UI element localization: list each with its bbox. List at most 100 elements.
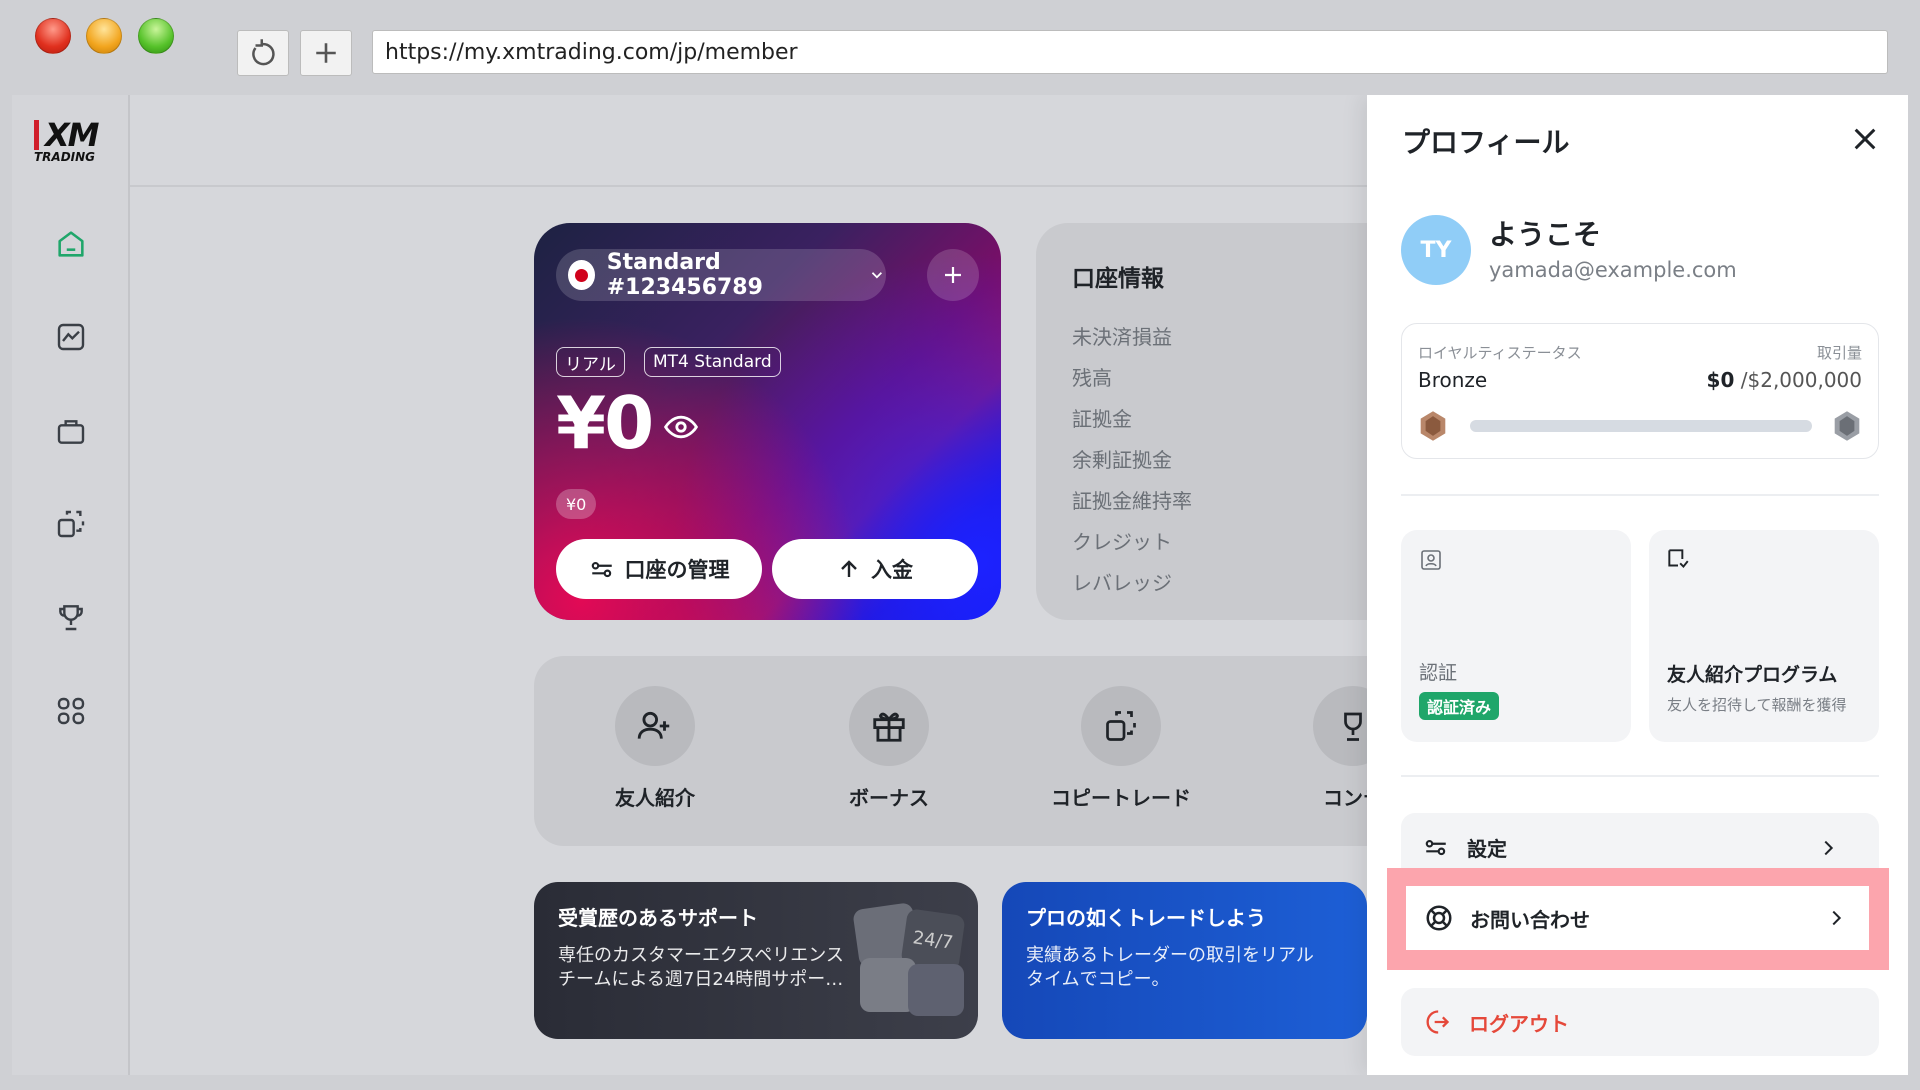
loyalty-label: ロイヤルティステータス <box>1418 344 1582 362</box>
copy-trade-icon <box>57 510 85 538</box>
quick-actions: 友人紹介 ボーナス コピートレード コンテ <box>534 656 1434 846</box>
sidebar-item-chart[interactable] <box>52 318 90 356</box>
maximize-window-button[interactable] <box>138 18 174 54</box>
gift-icon <box>873 712 905 742</box>
sidebar-item-portfolio[interactable] <box>52 413 90 451</box>
promo-desc: 実績あるトレーダーの取引をリアル タイムでコピー。 <box>1026 945 1314 990</box>
volume-value: $0 /$2,000,000 <box>1706 368 1862 392</box>
info-row: 余剰証拠金 <box>1072 448 1172 472</box>
promo-title: プロの如くトレードしよう <box>1026 906 1266 930</box>
account-info-title: 口座情報 <box>1072 266 1164 292</box>
tag-platform: MT4 Standard <box>644 347 781 377</box>
info-row: レバレッジ <box>1072 571 1172 595</box>
account-selector[interactable]: Standard #123456789 <box>556 249 886 301</box>
trophy-icon <box>59 605 83 631</box>
welcome-text: ようこそ <box>1489 218 1602 251</box>
loyalty-progress-bar <box>1470 420 1812 432</box>
close-panel-button[interactable] <box>1849 123 1881 155</box>
logout-icon <box>1426 1010 1450 1034</box>
deposit-label: 入金 <box>871 558 913 582</box>
close-window-button[interactable] <box>35 18 71 54</box>
home-icon <box>58 231 84 257</box>
verified-badge: 認証済み <box>1419 692 1500 720</box>
action-referral[interactable]: 友人紹介 <box>580 686 730 811</box>
briefcase-icon <box>57 420 85 444</box>
promo-title: 受賞歴のあるサポート <box>558 906 758 930</box>
account-label: Standard #123456789 <box>606 250 763 300</box>
new-tab-button[interactable] <box>300 30 352 76</box>
sidebar-item-apps[interactable] <box>52 692 90 730</box>
sidebar-item-copy[interactable] <box>52 505 90 543</box>
xm-logo[interactable]: XM TRADING <box>34 119 110 165</box>
verification-tile[interactable]: 認証 認証済み <box>1401 530 1631 742</box>
info-row: 未決済損益 <box>1072 325 1172 349</box>
promo-support[interactable]: 受賞歴のあるサポート 専任のカスタマーエクスペリエンス チームによる週7日24時間… <box>534 882 978 1039</box>
referral-tile[interactable]: 友人紹介プログラム 友人を招待して報酬を獲得 <box>1649 530 1879 742</box>
toggle-balance-visibility[interactable] <box>663 413 699 445</box>
minimize-window-button[interactable] <box>86 18 122 54</box>
action-label: 友人紹介 <box>615 786 695 810</box>
eye-icon <box>663 415 699 439</box>
logout-label: ログアウト <box>1469 1011 1569 1036</box>
chart-icon <box>57 323 85 351</box>
loyalty-status-card[interactable]: ロイヤルティステータス 取引量 Bronze $0 /$2,000,000 <box>1401 323 1879 459</box>
copy-trade-icon <box>1106 711 1136 741</box>
manage-account-button[interactable]: 口座の管理 <box>556 539 762 599</box>
user-email: yamada@example.com <box>1489 258 1737 282</box>
manage-label: 口座の管理 <box>624 558 730 582</box>
contact-label: お問い合わせ <box>1470 907 1590 932</box>
sidebar: XM TRADING <box>12 95 130 1075</box>
action-copytrade[interactable]: コピートレード <box>1046 686 1196 811</box>
tag-real: リアル <box>556 347 625 377</box>
sidebar-item-rewards[interactable] <box>52 598 90 636</box>
action-bonus[interactable]: ボーナス <box>814 686 964 811</box>
apps-grid-icon <box>57 697 85 725</box>
balance-amount: ¥0 <box>556 381 654 465</box>
referral-label: 友人紹介プログラム <box>1667 664 1838 686</box>
info-row: 残高 <box>1072 366 1112 390</box>
reload-button[interactable] <box>237 30 289 76</box>
support-channels-icon: 24/7 <box>852 902 966 1016</box>
settings-label: 設定 <box>1467 836 1507 861</box>
chevron-right-icon <box>1832 910 1842 926</box>
trophy-icon <box>1344 712 1362 741</box>
sidebar-item-home[interactable] <box>52 225 90 263</box>
divider <box>1401 494 1879 496</box>
volume-label: 取引量 <box>1816 344 1862 362</box>
plus-icon <box>945 267 961 283</box>
account-card: Standard #123456789 リアル MT4 Standard ¥0 … <box>534 223 1001 620</box>
silver-badge-icon <box>1834 411 1860 441</box>
logout-button[interactable]: ログアウト <box>1401 988 1879 1056</box>
action-label: ボーナス <box>849 786 929 810</box>
chevron-right-icon <box>1824 840 1834 856</box>
reload-icon <box>252 39 275 66</box>
divider <box>1401 775 1879 777</box>
promo-desc: 専任のカスタマーエクスペリエンス チームによる週7日24時間サポー… <box>558 945 844 990</box>
promo-copytrade[interactable]: プロの如くトレードしよう 実績あるトレーダーの取引をリアル タイムでコピー。 <box>1002 882 1367 1039</box>
add-account-button[interactable] <box>927 249 979 301</box>
info-row: 証拠金維持率 <box>1072 489 1192 513</box>
close-icon <box>1854 128 1876 150</box>
referral-desc: 友人を招待して報酬を獲得 <box>1667 696 1847 714</box>
highlight-box: お問い合わせ <box>1387 868 1889 970</box>
bronze-badge-icon <box>1420 411 1446 441</box>
avatar: TY <box>1401 215 1471 285</box>
japan-flag-icon <box>568 260 595 290</box>
url-text: https://my.xmtrading.com/jp/member <box>385 39 798 65</box>
action-label: コピートレード <box>1051 786 1191 810</box>
loyalty-tier: Bronze <box>1418 368 1488 392</box>
plus-icon <box>316 43 336 63</box>
logo-brand: XM <box>34 119 110 151</box>
info-row: クレジット <box>1072 530 1172 554</box>
contact-menu-item[interactable]: お問い合わせ <box>1406 886 1869 950</box>
id-card-icon <box>1421 550 1441 570</box>
url-bar[interactable]: https://my.xmtrading.com/jp/member <box>372 30 1888 74</box>
sub-balance: ¥0 <box>556 489 597 519</box>
info-row: 証拠金 <box>1072 407 1132 431</box>
chevron-down-icon <box>872 272 883 279</box>
deposit-button[interactable]: 入金 <box>772 539 978 599</box>
referral-icon <box>1668 549 1689 569</box>
logo-sub: TRADING <box>34 150 96 164</box>
user-add-icon <box>637 711 670 739</box>
browser-window: https://my.xmtrading.com/jp/member XM TR… <box>0 0 1920 1090</box>
